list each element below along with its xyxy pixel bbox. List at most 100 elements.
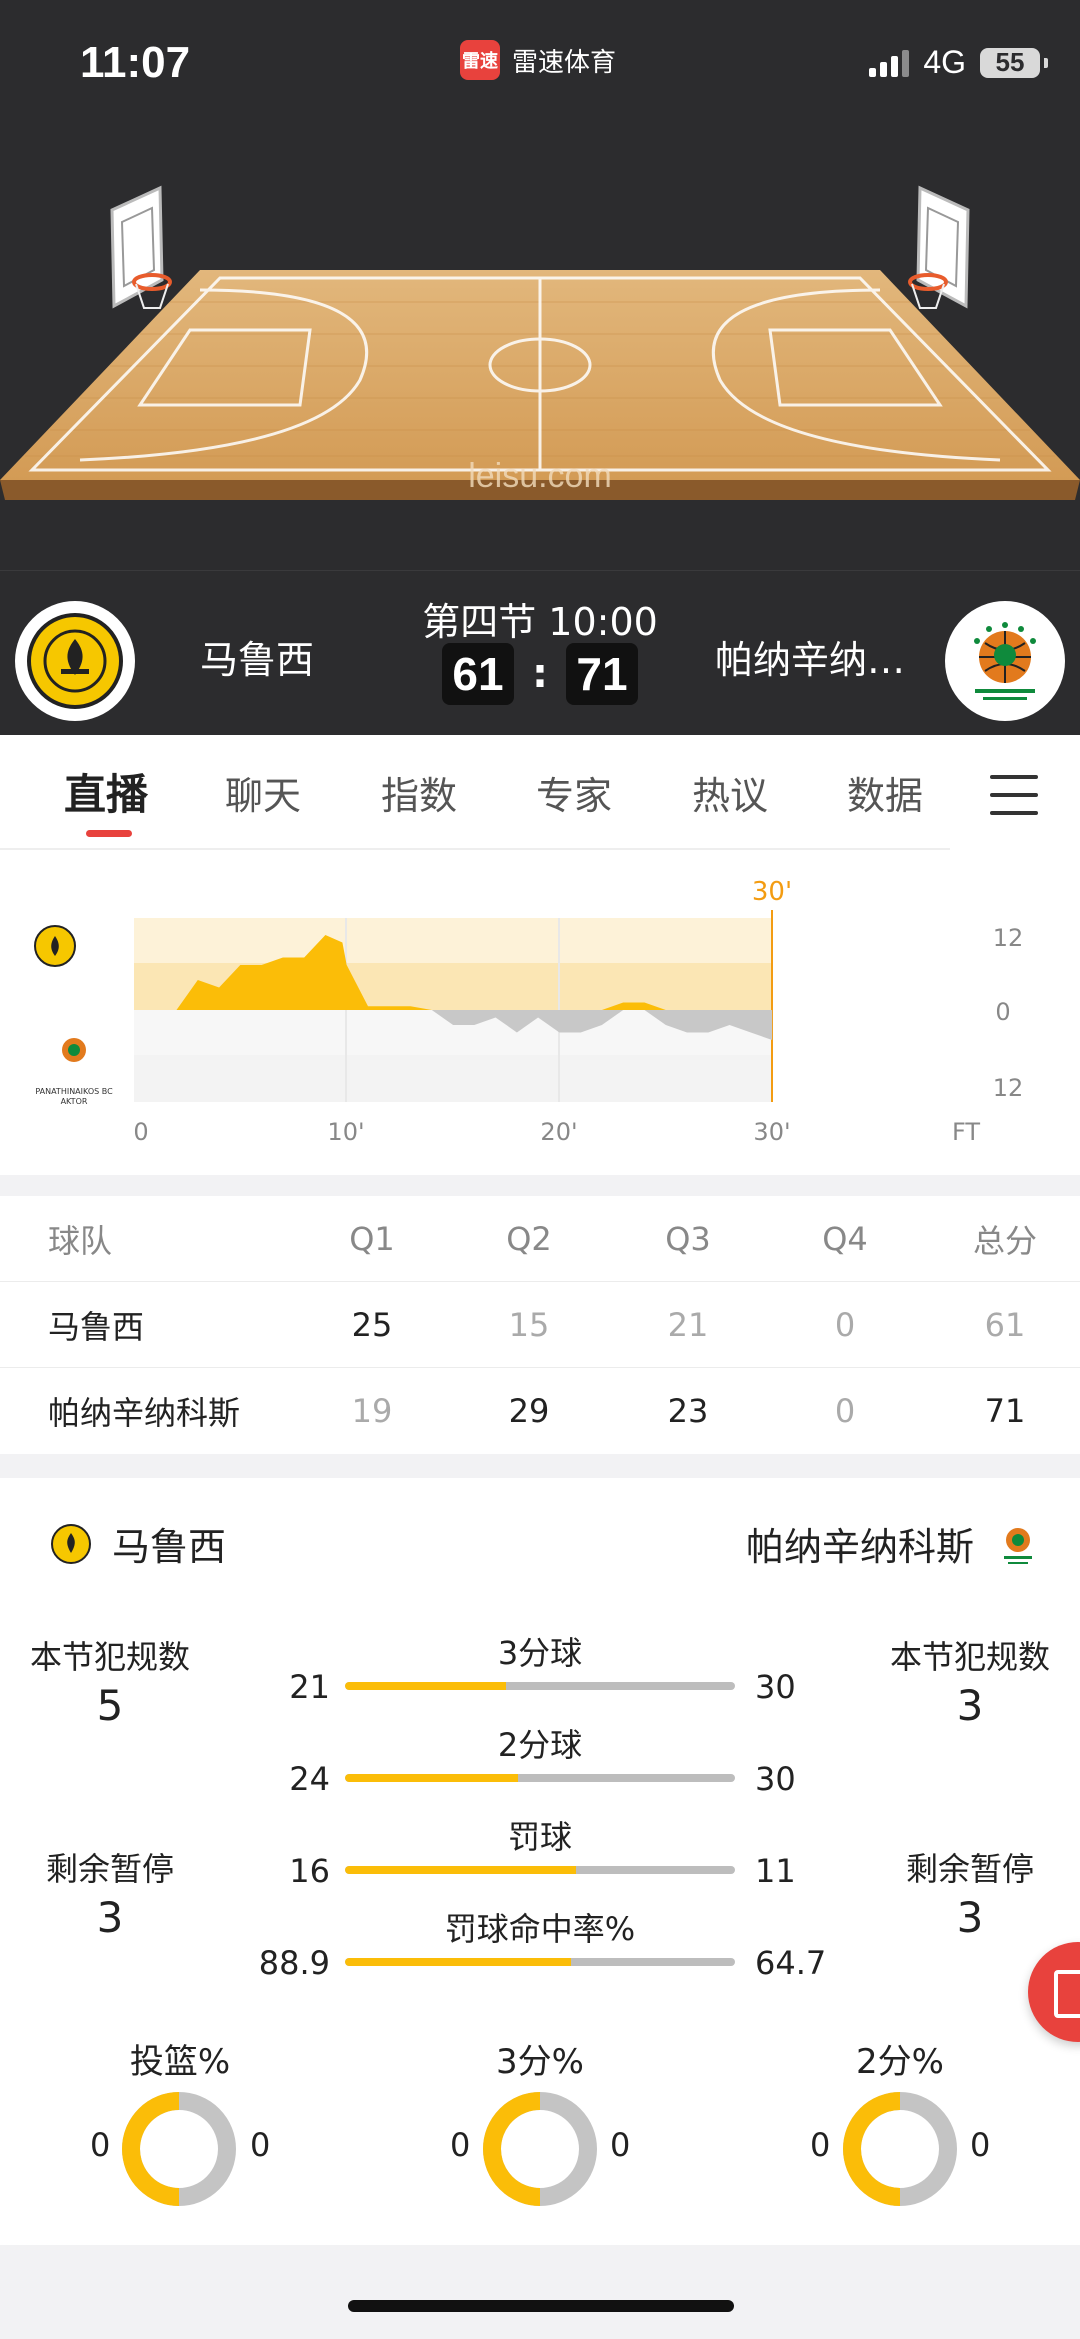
home-timeouts-label: 剩余暂停	[45, 1850, 174, 1888]
table-header-row: 球队 Q1 Q2 Q3 Q4 总分	[0, 1196, 1080, 1282]
stat-ft-label: 罚球	[507, 1818, 572, 1856]
stat-2pt-fill	[345, 1774, 519, 1782]
panathinaikos-small-logo-text: PANATHINAIKOS BC	[35, 1087, 113, 1096]
period-clock: 第四节 10:00	[422, 600, 658, 644]
row-team-name: 帕纳辛纳科斯	[48, 1394, 241, 1432]
active-tab-indicator	[86, 830, 132, 837]
stat-ft-fill	[345, 1866, 577, 1874]
battery-icon: 55	[980, 47, 1048, 78]
maroussi-small-logo-icon	[34, 925, 76, 967]
stat-ft-away: 11	[755, 1852, 796, 1890]
panathinaikos-logo-icon[interactable]	[945, 601, 1065, 721]
panathinaikos-small-logo-text-2: AKTOR	[61, 1097, 88, 1106]
stat-ftpct-fill	[345, 1958, 571, 1966]
header-total: 总分	[972, 1222, 1037, 1260]
stats-away-team: 帕纳辛纳科斯	[746, 1516, 1042, 1571]
y-tick-zero: 0	[995, 998, 1010, 1026]
network-type: 4G	[923, 44, 966, 80]
menu-icon[interactable]	[990, 775, 1038, 815]
stats-home-team-name: 马鲁西	[112, 1525, 227, 1569]
tab-experts[interactable]: 专家	[536, 765, 612, 820]
team-stats-panel: 马鲁西 帕纳辛纳科斯 本节犯规数 5 剩余暂停 3 本节犯规数 3 剩余暂停 3…	[0, 1478, 1080, 2245]
x-tick-ft: FT	[952, 1118, 980, 1146]
away-score: 71	[566, 643, 638, 705]
stat-2pt-bar	[345, 1774, 735, 1782]
tab-chat[interactable]: 聊天	[225, 765, 301, 820]
row-q1: 25	[351, 1306, 393, 1344]
stat-3pt-home: 21	[289, 1668, 330, 1706]
home-fouls-label: 本节犯规数	[29, 1638, 190, 1676]
row-q1: 19	[351, 1392, 393, 1430]
home-team-name[interactable]: 马鲁西	[200, 629, 314, 684]
away-fouls-value: 3	[956, 1681, 984, 1730]
x-tick-30: 30'	[753, 1118, 790, 1146]
stat-3pt-fill	[345, 1682, 506, 1690]
stat-3pt-bar	[345, 1682, 735, 1690]
tab-discussion[interactable]: 热议	[692, 765, 768, 820]
away-fouls-label: 本节犯规数	[889, 1638, 1050, 1676]
match-header: 11:07 雷速 雷速体育 4G 55 leisu.com 马鲁西 第四节 10…	[0, 0, 1080, 735]
tab-data[interactable]: 数据	[847, 765, 923, 820]
header-q4: Q4	[822, 1220, 868, 1258]
home-fouls-value: 5	[96, 1681, 124, 1730]
tab-bar: 直播 聊天 指数 专家 热议 数据	[0, 735, 1080, 850]
y-tick-top: 12	[993, 924, 1024, 952]
header-q1: Q1	[349, 1220, 395, 1258]
stat-ftpct-home: 88.9	[258, 1944, 330, 1982]
quarter-score-table: 球队 Q1 Q2 Q3 Q4 总分 马鲁西 25 15 21 0 61 帕纳辛纳…	[0, 1196, 1080, 1454]
fg-pct-home: 0	[90, 2126, 111, 2164]
x-tick-20: 20'	[540, 1118, 577, 1146]
left-hoop-icon	[110, 185, 172, 309]
panathinaikos-logo-icon	[1004, 1527, 1032, 1564]
header-q3: Q3	[665, 1220, 711, 1258]
panathinaikos-small-logo-icon	[62, 1038, 86, 1062]
leisu-app-icon: 雷速	[460, 40, 500, 80]
right-hoop-icon	[908, 185, 970, 309]
2pt-pct-home: 0	[810, 2126, 831, 2164]
maroussi-logo-icon[interactable]	[15, 601, 135, 721]
court-watermark: leisu.com	[468, 457, 612, 495]
court-animation: leisu.com	[0, 130, 1080, 570]
row-q3: 23	[667, 1392, 709, 1430]
row-total: 71	[984, 1392, 1026, 1430]
y-tick-bottom: 12	[993, 1074, 1024, 1102]
x-tick-0: 0	[133, 1118, 148, 1146]
row-q4: 0	[834, 1392, 856, 1430]
score-separator: :	[532, 651, 548, 697]
stat-ftpct-label: 罚球命中率%	[444, 1910, 636, 1948]
2pt-pct-label: 2分%	[856, 2042, 944, 2082]
row-total: 61	[984, 1306, 1026, 1344]
row-q4: 0	[834, 1306, 856, 1344]
tab-odds[interactable]: 指数	[381, 765, 457, 820]
home-band-top	[134, 918, 772, 963]
3pt-pct-label: 3分%	[496, 2042, 584, 2082]
scoreboard: 马鲁西 第四节 10:00 61 : 71 帕纳辛纳…	[0, 570, 1080, 735]
stat-2pt-home: 24	[289, 1760, 330, 1798]
home-timeouts-value: 3	[96, 1893, 124, 1942]
stat-3pt-away: 30	[755, 1668, 796, 1706]
3pt-pct-home: 0	[450, 2126, 471, 2164]
header-q2: Q2	[506, 1220, 552, 1258]
away-team-name[interactable]: 帕纳辛纳…	[715, 629, 905, 684]
away-timeouts-label: 剩余暂停	[905, 1850, 1034, 1888]
fg-pct-donut	[122, 2092, 236, 2206]
stat-3pt-label: 3分球	[497, 1634, 583, 1672]
header-team: 球队	[48, 1222, 113, 1260]
row-q2: 15	[508, 1306, 550, 1344]
status-right: 4G 55	[869, 44, 1048, 81]
stat-ft-home: 16	[289, 1852, 330, 1890]
stat-2pt-away: 30	[755, 1760, 796, 1798]
stats-away-team-name: 帕纳辛纳科斯	[745, 1525, 974, 1569]
status-app-name: 雷速体育	[512, 47, 617, 78]
stat-2pt-label: 2分球	[497, 1726, 583, 1764]
table-row: 帕纳辛纳科斯 19 29 23 0 71	[0, 1368, 1080, 1454]
tab-live[interactable]: 直播	[64, 761, 148, 822]
row-q3: 21	[667, 1306, 709, 1344]
away-band-bottom	[134, 1055, 772, 1102]
stat-ftpct-away: 64.7	[755, 1944, 827, 1982]
current-minute-label: 30'	[752, 877, 792, 907]
x-tick-10: 10'	[327, 1118, 364, 1146]
status-bar: 11:07 雷速 雷速体育 4G 55	[0, 0, 1080, 130]
stat-ft-bar	[345, 1866, 735, 1874]
home-indicator[interactable]	[348, 2300, 734, 2312]
